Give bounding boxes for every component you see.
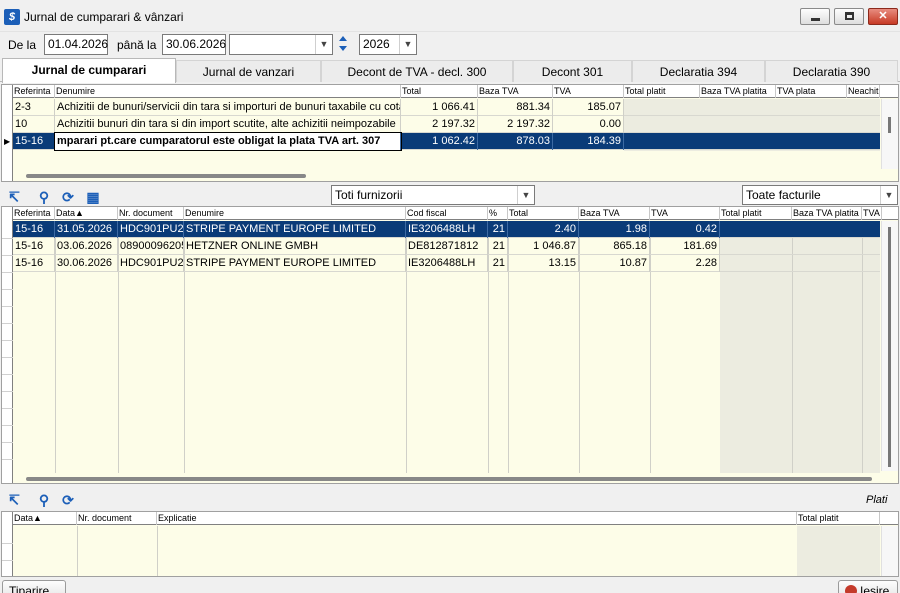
col-nr-document[interactable]: Nr. document bbox=[118, 207, 184, 220]
summary-grid: Referinta Denumire Total Baza TVA TVA To… bbox=[1, 84, 899, 182]
row-selector-column[interactable] bbox=[2, 207, 13, 483]
year-select[interactable]: 2026 ▼ bbox=[359, 34, 417, 55]
tab-decont-300[interactable]: Decont de TVA - decl. 300 bbox=[321, 60, 513, 82]
col-data[interactable]: Data▲ bbox=[55, 207, 118, 220]
tab-jurnal-vanzari[interactable]: Jurnal de vanzari bbox=[176, 60, 321, 82]
table-row-selected[interactable]: 15-16 31.05.2026 HDC901PU20 STRIPE PAYME… bbox=[13, 221, 880, 238]
from-date-input[interactable]: 01.04.2026 bbox=[44, 34, 108, 55]
invoice-filter-value: Toate facturile bbox=[746, 188, 821, 202]
chevron-down-icon[interactable]: ▼ bbox=[880, 186, 897, 204]
minimize-button[interactable] bbox=[800, 8, 830, 25]
search-icon[interactable]: ⚲ bbox=[35, 491, 53, 509]
refresh-icon[interactable]: ⟳ bbox=[59, 491, 77, 509]
close-button[interactable]: ✕ bbox=[868, 8, 898, 25]
calculator-icon[interactable]: ▦ bbox=[84, 188, 102, 206]
col-baza-tva[interactable]: Baza TVA bbox=[579, 207, 650, 220]
title-bar: $ Jurnal de cumparari & vânzari ✕ bbox=[0, 0, 900, 32]
denumire-edit-cell[interactable]: mparari pt.care cumparatorul este obliga… bbox=[54, 132, 402, 151]
row-selector-column[interactable]: ▶ bbox=[2, 85, 13, 181]
assign-payment-icon[interactable]: ↸ bbox=[5, 491, 23, 509]
details-grid-header: Referinta Data▲ Nr. document Denumire Co… bbox=[2, 207, 898, 220]
table-row-selected[interactable]: 15-16 mparari pt.care cumparatorul este … bbox=[13, 132, 880, 151]
table-row[interactable]: 10 Achizitii bunuri din tara si din impo… bbox=[13, 116, 880, 133]
payments-grid-header: Data▲ Nr. document Explicatie Total plat… bbox=[2, 512, 898, 525]
to-date-input[interactable]: 30.06.2026 bbox=[162, 34, 226, 55]
spin-down-icon[interactable] bbox=[339, 46, 347, 51]
col-nr-document[interactable]: Nr. document bbox=[77, 512, 157, 525]
summary-vertical-scrollbar[interactable] bbox=[881, 99, 898, 169]
col-referinta[interactable]: Referinta bbox=[13, 207, 55, 220]
chevron-down-icon[interactable]: ▼ bbox=[517, 186, 534, 204]
year-value: 2026 bbox=[363, 37, 390, 51]
supplier-filter-value: Toti furnizorii bbox=[335, 188, 403, 202]
chevron-down-icon[interactable]: ▼ bbox=[399, 35, 416, 54]
col-explicatie[interactable]: Explicatie bbox=[157, 512, 797, 525]
from-label: De la bbox=[8, 38, 37, 52]
chevron-down-icon[interactable]: ▼ bbox=[315, 35, 332, 54]
tab-bar: Jurnal de cumparari Jurnal de vanzari De… bbox=[0, 58, 900, 83]
details-horizontal-scrollbar[interactable] bbox=[26, 477, 872, 481]
search-icon[interactable]: ⚲ bbox=[35, 188, 53, 206]
assign-icon[interactable]: ↸ bbox=[5, 188, 23, 206]
col-denumire[interactable]: Denumire bbox=[55, 85, 401, 98]
col-total[interactable]: Total bbox=[401, 85, 478, 98]
supplier-filter-select[interactable]: Toti furnizorii ▼ bbox=[331, 185, 535, 205]
col-total-platit[interactable]: Total platit bbox=[624, 85, 700, 98]
details-vertical-scrollbar[interactable] bbox=[881, 221, 898, 471]
table-row[interactable]: 15-16 30.06.2026 HDC901PU20 STRIPE PAYME… bbox=[13, 255, 880, 272]
col-data[interactable]: Data▲ bbox=[13, 512, 77, 525]
period-spinner[interactable] bbox=[338, 34, 350, 54]
col-cod-fiscal[interactable]: Cod fiscal bbox=[406, 207, 488, 220]
tab-declaratia-390[interactable]: Declaratia 390 bbox=[765, 60, 898, 82]
minimize-icon bbox=[811, 18, 820, 21]
current-row-indicator-icon: ▶ bbox=[4, 137, 11, 146]
summary-horizontal-scrollbar[interactable] bbox=[26, 174, 306, 178]
col-denumire[interactable]: Denumire bbox=[184, 207, 406, 220]
table-row[interactable]: 2-3 Achizitii de bunuri/servicii din tar… bbox=[13, 99, 880, 116]
tab-decont-301[interactable]: Decont 301 bbox=[513, 60, 632, 82]
scrollbar-thumb[interactable] bbox=[888, 227, 891, 467]
col-tva-platita[interactable]: TVA bbox=[862, 207, 882, 220]
table-row[interactable]: 15-16 03.06.2026 08900096205 HETZNER ONL… bbox=[13, 238, 880, 255]
summary-grid-header: Referinta Denumire Total Baza TVA TVA To… bbox=[2, 85, 898, 98]
col-tva-plata[interactable]: TVA plata bbox=[776, 85, 847, 98]
col-referinta[interactable]: Referinta bbox=[13, 85, 55, 98]
window-title: Jurnal de cumparari & vânzari bbox=[24, 10, 184, 24]
tab-jurnal-cumparari[interactable]: Jurnal de cumparari bbox=[2, 58, 176, 83]
col-tva[interactable]: TVA bbox=[650, 207, 720, 220]
maximize-button[interactable] bbox=[834, 8, 864, 25]
tab-declaratia-394[interactable]: Declaratia 394 bbox=[632, 60, 765, 82]
refresh-icon[interactable]: ⟳ bbox=[59, 188, 77, 206]
col-tva[interactable]: TVA bbox=[553, 85, 624, 98]
payments-grid: Data▲ Nr. document Explicatie Total plat… bbox=[1, 511, 899, 577]
exit-button[interactable]: Iesire bbox=[838, 580, 898, 593]
print-button[interactable]: Tiparire bbox=[2, 580, 66, 593]
invoice-filter-select[interactable]: Toate facturile ▼ bbox=[742, 185, 898, 205]
to-label: până la bbox=[117, 38, 157, 52]
col-total-platit[interactable]: Total platit bbox=[720, 207, 792, 220]
payments-vertical-scrollbar[interactable] bbox=[881, 526, 898, 576]
scrollbar-thumb[interactable] bbox=[888, 117, 891, 133]
col-total-platit[interactable]: Total platit bbox=[797, 512, 880, 525]
app-icon: $ bbox=[4, 9, 20, 25]
col-baza-tva[interactable]: Baza TVA bbox=[478, 85, 553, 98]
payments-label: Plati bbox=[866, 494, 888, 506]
col-baza-tva-platita[interactable]: Baza TVA platita bbox=[792, 207, 862, 220]
col-neachitat[interactable]: Neachit bbox=[847, 85, 880, 98]
period-select[interactable]: ▼ bbox=[229, 34, 333, 55]
col-procent[interactable]: % bbox=[488, 207, 508, 220]
maximize-icon bbox=[845, 12, 854, 20]
col-baza-tva-platita[interactable]: Baza TVA platita bbox=[700, 85, 776, 98]
col-total[interactable]: Total bbox=[508, 207, 579, 220]
row-selector-column[interactable] bbox=[2, 512, 13, 576]
close-icon: ✕ bbox=[878, 10, 888, 22]
spin-up-icon[interactable] bbox=[339, 36, 347, 41]
details-grid: Referinta Data▲ Nr. document Denumire Co… bbox=[1, 206, 899, 484]
exit-icon bbox=[845, 585, 857, 593]
